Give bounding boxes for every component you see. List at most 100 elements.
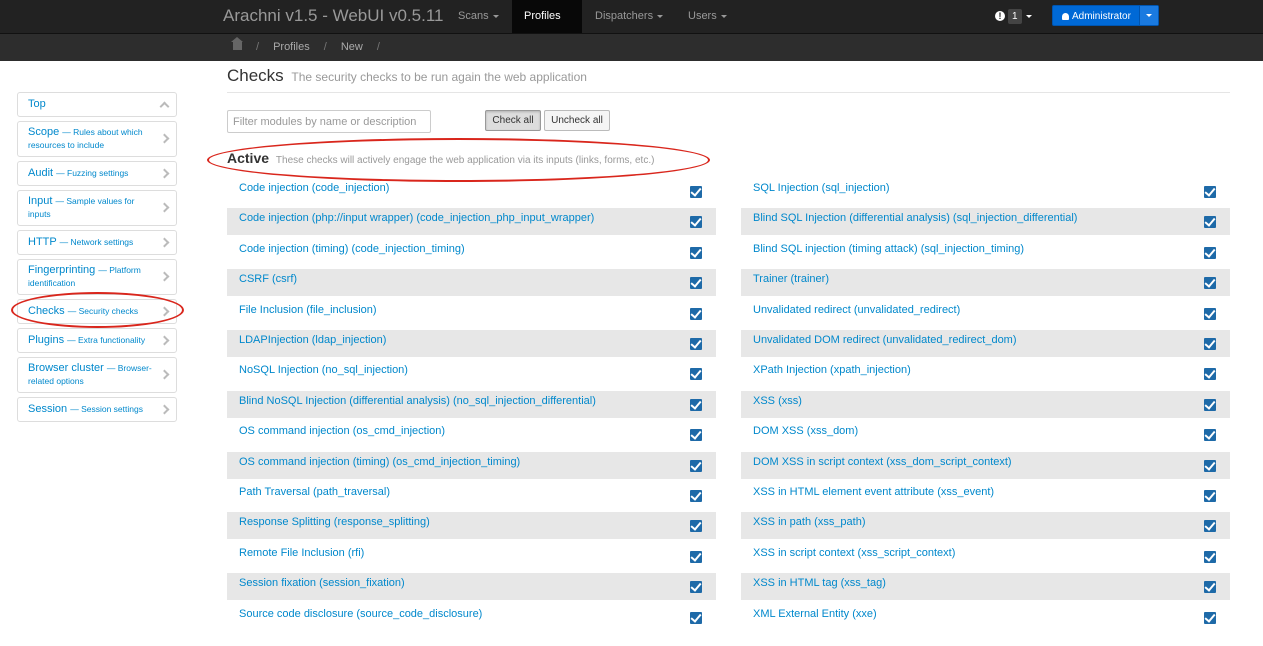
check-checkbox[interactable] [1204, 490, 1216, 502]
check-label[interactable]: Session fixation (session_fixation) [239, 573, 405, 593]
user-menu-toggle[interactable] [1139, 6, 1158, 25]
check-checkbox[interactable] [690, 429, 702, 442]
check-label[interactable]: File Inclusion (file_inclusion) [239, 300, 377, 320]
check-checkbox[interactable] [1204, 338, 1216, 350]
page-subtitle: The security checks to be run again the … [291, 70, 587, 84]
check-label[interactable]: Unvalidated DOM redirect (unvalidated_re… [753, 330, 1017, 350]
check-checkbox[interactable] [1204, 611, 1216, 624]
check-label[interactable]: XSS in HTML tag (xss_tag) [753, 573, 886, 593]
check-label[interactable]: SQL Injection (sql_injection) [753, 178, 890, 198]
check-checkbox[interactable] [1204, 368, 1216, 381]
check-row: XML External Entity (xxe) [741, 604, 1230, 631]
sidebar-item-audit[interactable]: Audit — Fuzzing settings [17, 161, 177, 186]
check-label[interactable]: Path Traversal (path_traversal) [239, 482, 390, 502]
check-label[interactable]: CSRF (csrf) [239, 269, 297, 289]
sidebar-item-desc: — Network settings [59, 237, 134, 247]
check-label[interactable]: Trainer (trainer) [753, 269, 829, 289]
check-checkbox[interactable] [690, 368, 702, 381]
check-checkbox[interactable] [1204, 550, 1216, 563]
check-checkbox[interactable] [690, 307, 702, 320]
nav-users[interactable]: Users [676, 0, 739, 33]
sidebar-item-input[interactable]: Input — Sample values for inputs [17, 190, 177, 226]
sidebar-item-session[interactable]: Session — Session settings [17, 397, 177, 422]
check-checkbox[interactable] [1204, 277, 1216, 290]
check-label[interactable]: Code injection (code_injection) [239, 178, 389, 198]
check-label[interactable]: Blind SQL Injection (differential analys… [753, 208, 1077, 228]
sidebar-item-browser-cluster[interactable]: Browser cluster — Browser-related option… [17, 357, 177, 393]
nav-dispatchers[interactable]: Dispatchers [583, 0, 675, 33]
check-label[interactable]: XML External Entity (xxe) [753, 604, 877, 624]
check-checkbox[interactable] [690, 611, 702, 624]
check-checkbox[interactable] [1204, 246, 1216, 259]
check-label[interactable]: Remote File Inclusion (rfi) [239, 543, 364, 563]
check-label[interactable]: LDAPInjection (ldap_injection) [239, 330, 386, 350]
check-label[interactable]: Blind SQL injection (timing attack) (sql… [753, 239, 1024, 259]
sidebar-item-fingerprinting[interactable]: Fingerprinting — Platform identification [17, 259, 177, 295]
sidebar-item-desc: — Session settings [70, 404, 143, 414]
check-checkbox[interactable] [690, 338, 702, 350]
user-menu-button[interactable]: Administrator [1052, 5, 1159, 26]
notifications-dropdown[interactable]: ! 1 [995, 0, 1032, 33]
section-subtitle: These checks will actively engage the we… [275, 155, 655, 166]
check-label[interactable]: DOM XSS (xss_dom) [753, 421, 858, 441]
check-checkbox[interactable] [690, 581, 702, 594]
check-label[interactable]: NoSQL Injection (no_sql_injection) [239, 360, 408, 380]
check-checkbox[interactable] [690, 216, 702, 229]
check-all-button[interactable]: Check all [485, 110, 541, 131]
check-label[interactable]: Blind NoSQL Injection (differential anal… [239, 391, 596, 411]
check-checkbox[interactable] [1204, 429, 1216, 442]
check-row: Code injection (php://input wrapper) (co… [227, 208, 716, 236]
check-label[interactable]: Code injection (php://input wrapper) (co… [239, 208, 594, 228]
check-checkbox[interactable] [690, 490, 702, 502]
check-checkbox[interactable] [1204, 520, 1216, 533]
chevron-right-icon [159, 404, 170, 414]
nav-profiles[interactable]: Profiles [512, 0, 582, 50]
check-checkbox[interactable] [1204, 186, 1216, 198]
check-checkbox[interactable] [1204, 216, 1216, 229]
check-checkbox[interactable] [690, 398, 702, 411]
sidebar-item-plugins[interactable]: Plugins — Extra functionality [17, 328, 177, 353]
check-row: File Inclusion (file_inclusion) [227, 300, 716, 327]
check-row: SQL Injection (sql_injection) [741, 178, 1230, 205]
check-label[interactable]: XPath Injection (xpath_injection) [753, 360, 911, 380]
check-checkbox[interactable] [690, 459, 702, 472]
check-checkbox[interactable] [690, 277, 702, 290]
filter-input[interactable] [227, 110, 431, 133]
check-label[interactable]: XSS (xss) [753, 391, 802, 411]
sidebar-item-http[interactable]: HTTP — Network settings [17, 230, 177, 255]
check-label[interactable]: OS command injection (timing) (os_cmd_in… [239, 452, 520, 472]
nav-scans[interactable]: Scans [446, 0, 511, 33]
breadcrumb-bar: / Profiles / New / [0, 34, 1263, 61]
check-checkbox[interactable] [690, 246, 702, 259]
check-label[interactable]: XSS in path (xss_path) [753, 512, 866, 532]
sidebar-item-label: Browser cluster [28, 362, 104, 374]
check-row: DOM XSS in script context (xss_dom_scrip… [741, 451, 1230, 479]
check-label[interactable]: XSS in HTML element event attribute (xss… [753, 482, 994, 502]
alert-icon: ! [995, 11, 1005, 22]
sidebar-item-checks[interactable]: Checks — Security checks [17, 299, 177, 324]
check-row: Session fixation (session_fixation) [227, 573, 716, 601]
check-label[interactable]: Response Splitting (response_splitting) [239, 512, 430, 532]
check-checkbox[interactable] [1204, 459, 1216, 472]
check-checkbox[interactable] [1204, 398, 1216, 411]
check-label[interactable]: OS command injection (os_cmd_injection) [239, 421, 445, 441]
home-icon[interactable] [231, 37, 243, 50]
uncheck-all-button[interactable]: Uncheck all [544, 110, 610, 131]
app-title[interactable]: Arachni v1.5 - WebUI v0.5.11 [223, 6, 443, 26]
check-checkbox[interactable] [1204, 581, 1216, 594]
sidebar-item-desc: — Security checks [67, 306, 139, 316]
sidebar-item-top[interactable]: Top [17, 92, 177, 117]
check-label[interactable]: XSS in script context (xss_script_contex… [753, 543, 955, 563]
check-checkbox[interactable] [690, 550, 702, 563]
check-label[interactable]: Code injection (timing) (code_injection_… [239, 239, 465, 259]
check-label[interactable]: Source code disclosure (source_code_disc… [239, 604, 482, 624]
sidebar-item-scope[interactable]: Scope — Rules about which resources to i… [17, 121, 177, 157]
check-row: Source code disclosure (source_code_disc… [227, 604, 716, 631]
check-checkbox[interactable] [1204, 307, 1216, 320]
check-label[interactable]: Unvalidated redirect (unvalidated_redire… [753, 300, 960, 320]
chevron-down-icon [1025, 14, 1032, 18]
breadcrumb-profiles[interactable]: Profiles [273, 41, 310, 53]
check-checkbox[interactable] [690, 186, 702, 198]
check-checkbox[interactable] [690, 520, 702, 533]
check-label[interactable]: DOM XSS in script context (xss_dom_scrip… [753, 452, 1012, 472]
